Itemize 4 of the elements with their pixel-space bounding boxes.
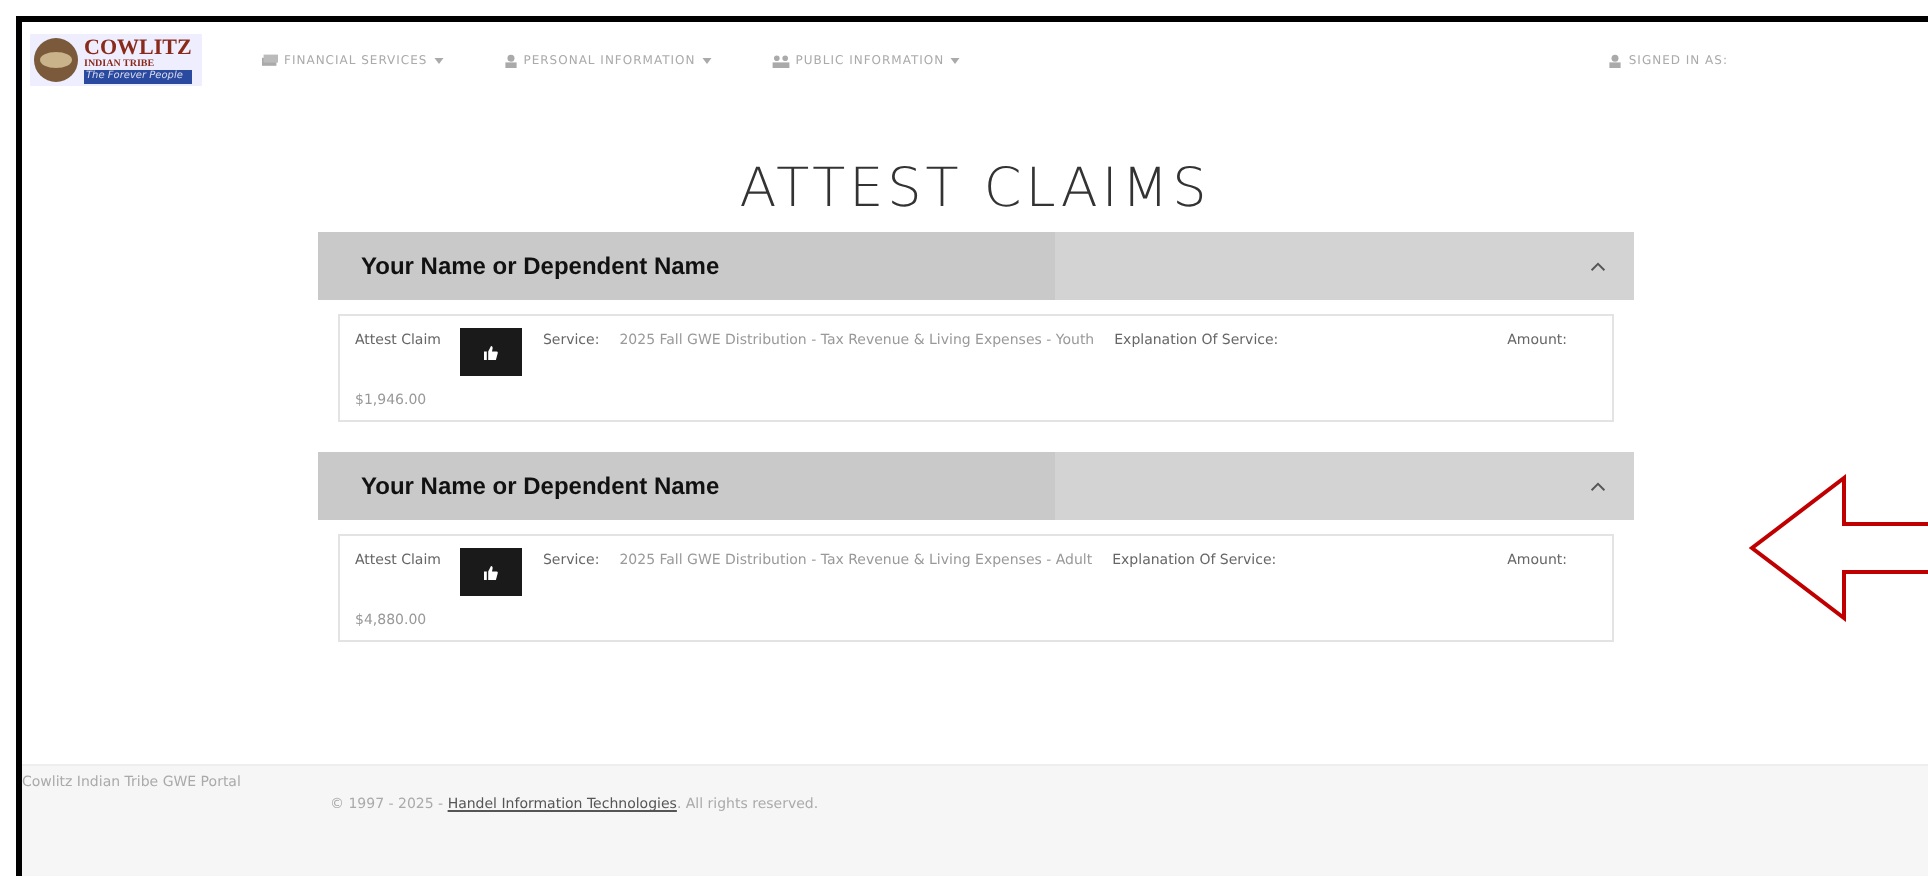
panel-header[interactable]: Your Name or Dependent Name xyxy=(317,232,1633,300)
page-title: ATTEST CLAIMS xyxy=(739,158,1211,220)
logo-title: COWLITZ xyxy=(84,37,192,59)
panel-header[interactable]: Your Name or Dependent Name xyxy=(317,452,1633,520)
